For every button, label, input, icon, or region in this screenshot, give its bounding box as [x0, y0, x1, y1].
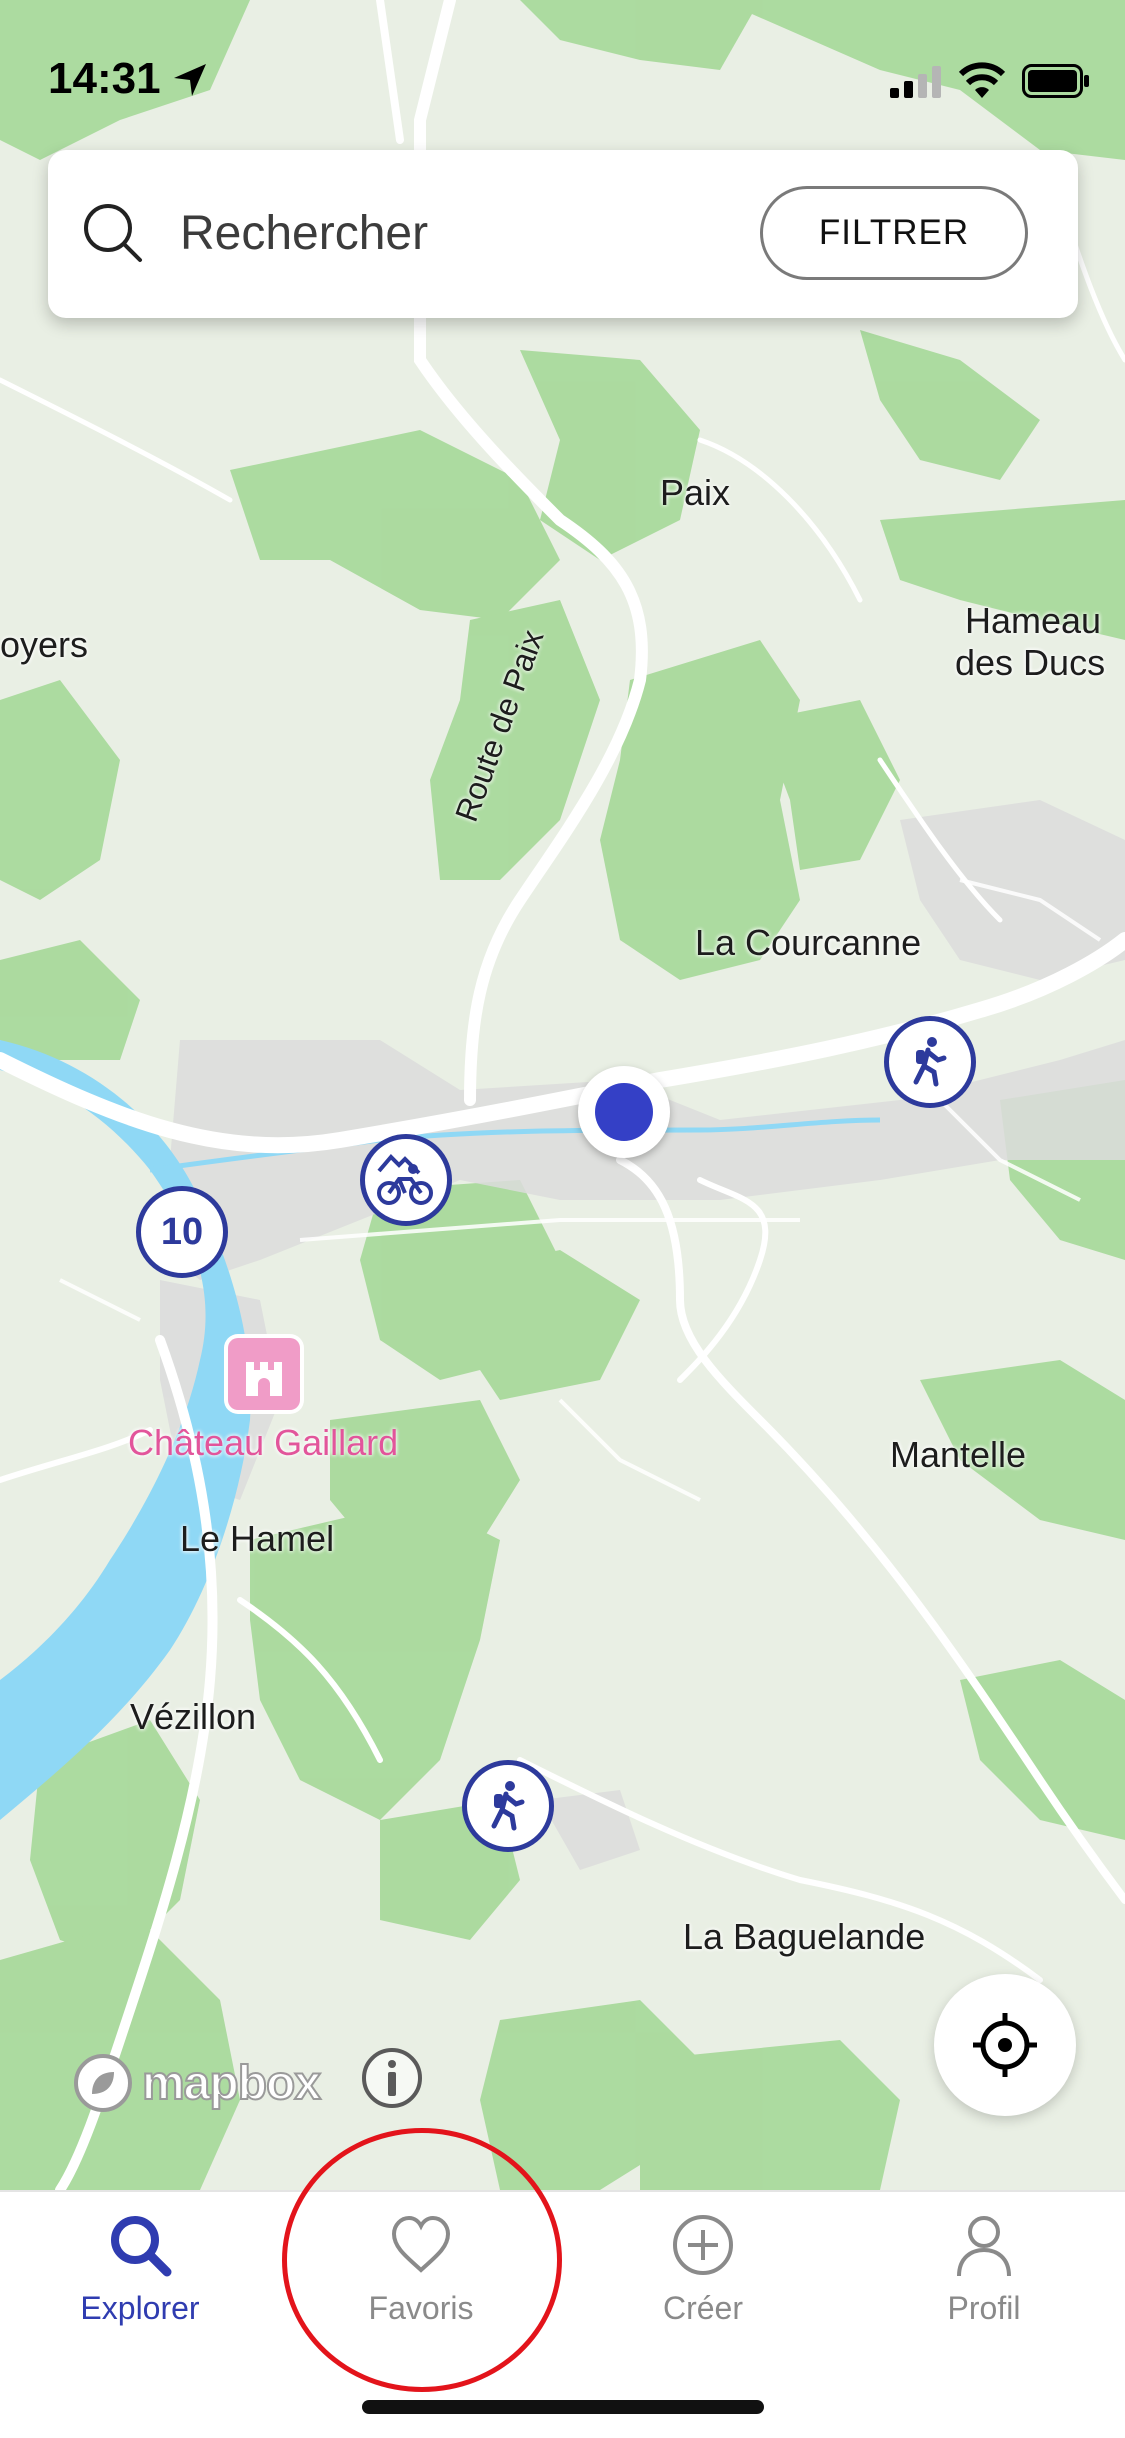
- mountain-bike-marker[interactable]: [360, 1134, 452, 1226]
- mapbox-logo[interactable]: mapbox: [72, 2052, 322, 2114]
- place-label: Mantelle: [890, 1434, 1027, 1475]
- place-label: La Baguelande: [683, 1916, 926, 1957]
- hiker-icon: [491, 1781, 525, 1831]
- info-icon[interactable]: [360, 2046, 424, 2110]
- wifi-icon: [958, 62, 1006, 98]
- home-indicator[interactable]: [362, 2400, 764, 2414]
- location-arrow-icon: [174, 64, 206, 96]
- tab-label: Profil: [947, 2290, 1021, 2326]
- tab-label: Explorer: [80, 2290, 200, 2326]
- place-label: Vézillon: [130, 1696, 257, 1737]
- tab-profil[interactable]: Profil: [884, 2212, 1084, 2352]
- place-label: La Courcanne: [695, 922, 922, 963]
- tab-label: Créer: [662, 2290, 743, 2326]
- hiker-icon: [913, 1037, 947, 1087]
- mountain-bike-icon: [377, 1154, 433, 1205]
- place-label: Le Hamel: [180, 1518, 335, 1559]
- tab-explorer[interactable]: Explorer: [40, 2212, 240, 2352]
- locate-me-button[interactable]: [934, 1974, 1076, 2116]
- filter-button[interactable]: FILTRER: [760, 186, 1028, 280]
- user-location-dot: [578, 1066, 670, 1158]
- place-label: oyers: [0, 624, 89, 665]
- hiking-marker[interactable]: [462, 1760, 554, 1852]
- tab-creer[interactable]: Créer: [603, 2212, 803, 2352]
- search-input[interactable]: Rechercher: [180, 206, 428, 261]
- annotation-circle: [282, 2128, 562, 2392]
- castle-icon[interactable]: [228, 1338, 300, 1410]
- cluster-count: 10: [160, 1210, 204, 1253]
- search-icon[interactable]: [82, 202, 146, 266]
- signal-icon: [890, 66, 941, 98]
- status-bar: 14:31: [0, 0, 1125, 150]
- mapbox-wordmark: mapbox: [141, 2056, 322, 2111]
- place-label: Hameau: [965, 600, 1102, 641]
- crosshair-icon: [973, 2013, 1037, 2077]
- battery-icon: [1022, 64, 1089, 98]
- cluster-marker[interactable]: 10: [136, 1186, 228, 1278]
- plus-circle-icon: [673, 2215, 733, 2275]
- search-bar: Rechercher FILTRER: [48, 150, 1078, 318]
- place-label: des Ducs: [955, 642, 1106, 683]
- mapbox-logo-icon: [74, 2054, 132, 2112]
- search-icon: [111, 2216, 172, 2277]
- place-label: Paix: [660, 472, 731, 513]
- hiking-marker[interactable]: [884, 1016, 976, 1108]
- person-icon: [957, 2216, 1011, 2277]
- poi-label: Château Gaillard: [128, 1422, 399, 1463]
- status-time: 14:31: [48, 54, 161, 103]
